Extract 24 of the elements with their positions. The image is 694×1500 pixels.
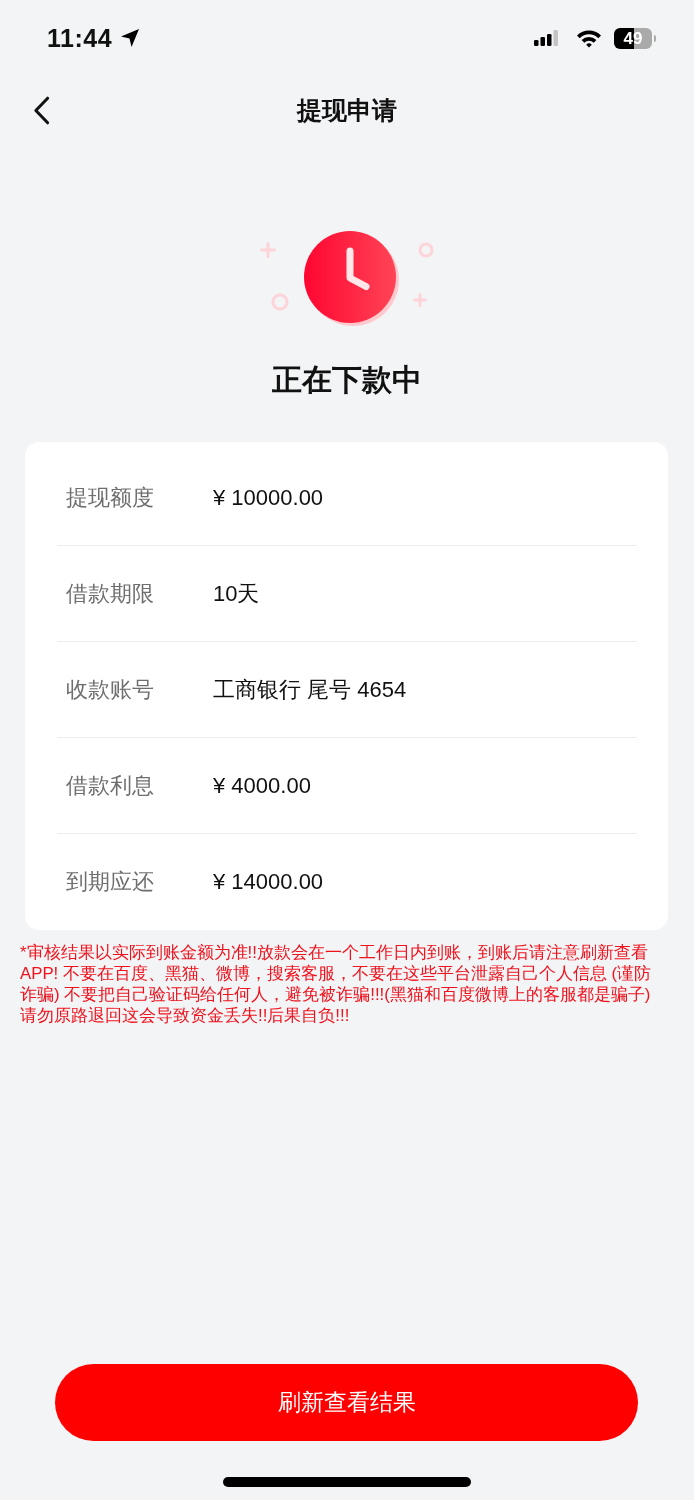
detail-label: 提现额度 bbox=[66, 483, 155, 512]
chevron-left-icon bbox=[33, 95, 50, 125]
detail-label: 借款利息 bbox=[66, 771, 155, 800]
detail-value: 10天 bbox=[213, 579, 260, 608]
plus-icon bbox=[413, 293, 427, 307]
signal-icon bbox=[534, 30, 558, 46]
clock-icon bbox=[304, 231, 400, 327]
status-time: 11:44 bbox=[47, 23, 113, 53]
detail-label: 借款期限 bbox=[66, 579, 155, 608]
page-title: 提现申请 bbox=[297, 94, 397, 126]
detail-label: 到期应还 bbox=[66, 868, 155, 896]
ring-icon bbox=[271, 293, 289, 311]
plus-icon bbox=[260, 242, 276, 258]
ring-icon bbox=[418, 242, 434, 258]
status-title: 正在下款中 bbox=[272, 362, 422, 398]
detail-value: ¥ 4000.00 bbox=[213, 772, 311, 799]
wifi-icon bbox=[576, 28, 602, 48]
detail-value: ¥ 14000.00 bbox=[213, 869, 324, 895]
detail-value: ¥ 10000.00 bbox=[213, 484, 324, 511]
refresh-button[interactable]: 刷新查看结果 bbox=[55, 1364, 638, 1441]
location-arrow-icon bbox=[120, 28, 141, 48]
detail-label: 收款账号 bbox=[66, 675, 155, 704]
detail-value: 工商银行 尾号 4654 bbox=[213, 675, 407, 704]
notice-text: *审核结果以实际到账金额为准!!放款会在一个工作日内到账，到账后请注意刷新查看APP! 不要在百度、黑猫、微博，搜索客服，不要在这些平台泄露自己个人信息 (谨防诈骗) 不要把自己验证码给任何人，避免被诈骗!!!(黑猫和百度微博上的客服都是骗子)请勿原路退回这会导致资金丢失!!后果自负!!! bbox=[20, 942, 653, 1026]
